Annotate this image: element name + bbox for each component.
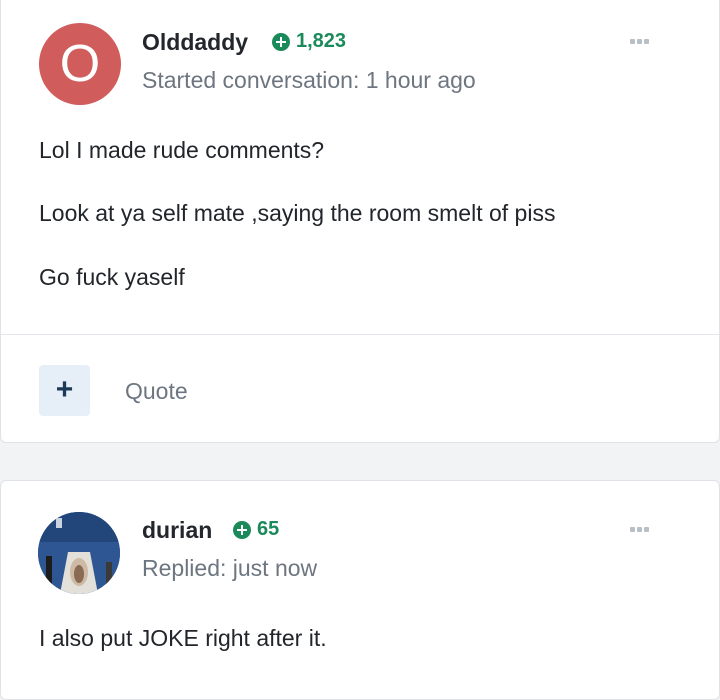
post-card: O Olddaddy 1,823 Started conversation: 1… <box>0 0 720 443</box>
post-card: durian 65 Replied: just now I also put J… <box>0 480 720 700</box>
plus-circle-icon <box>233 520 251 539</box>
post-paragraph: Look at ya self mate ,saying the room sm… <box>39 200 556 226</box>
avatar[interactable] <box>38 512 120 594</box>
post-paragraph: Go fuck yaself <box>39 264 185 290</box>
author-name[interactable]: durian <box>142 517 212 544</box>
multiquote-button[interactable]: + <box>39 365 90 416</box>
post-meta: Started conversation: 1 hour ago <box>142 67 476 93</box>
divider <box>1 334 719 335</box>
reputation-badge[interactable]: 65 <box>233 518 279 541</box>
post-paragraph: Lol I made rude comments? <box>39 137 325 163</box>
plus-circle-icon <box>272 32 290 51</box>
more-options-icon[interactable] <box>630 527 649 532</box>
post-paragraph: I also put JOKE right after it. <box>39 625 327 651</box>
post-meta: Replied: just now <box>142 555 318 581</box>
avatar[interactable]: O <box>39 23 121 105</box>
quote-button[interactable]: Quote <box>125 378 188 405</box>
more-options-icon[interactable] <box>630 39 649 44</box>
reputation-count: 1,823 <box>296 30 347 52</box>
reputation-count: 65 <box>257 518 280 540</box>
avatar-image <box>38 512 120 594</box>
author-name[interactable]: Olddaddy <box>142 29 248 56</box>
reputation-badge[interactable]: 1,823 <box>272 30 346 53</box>
